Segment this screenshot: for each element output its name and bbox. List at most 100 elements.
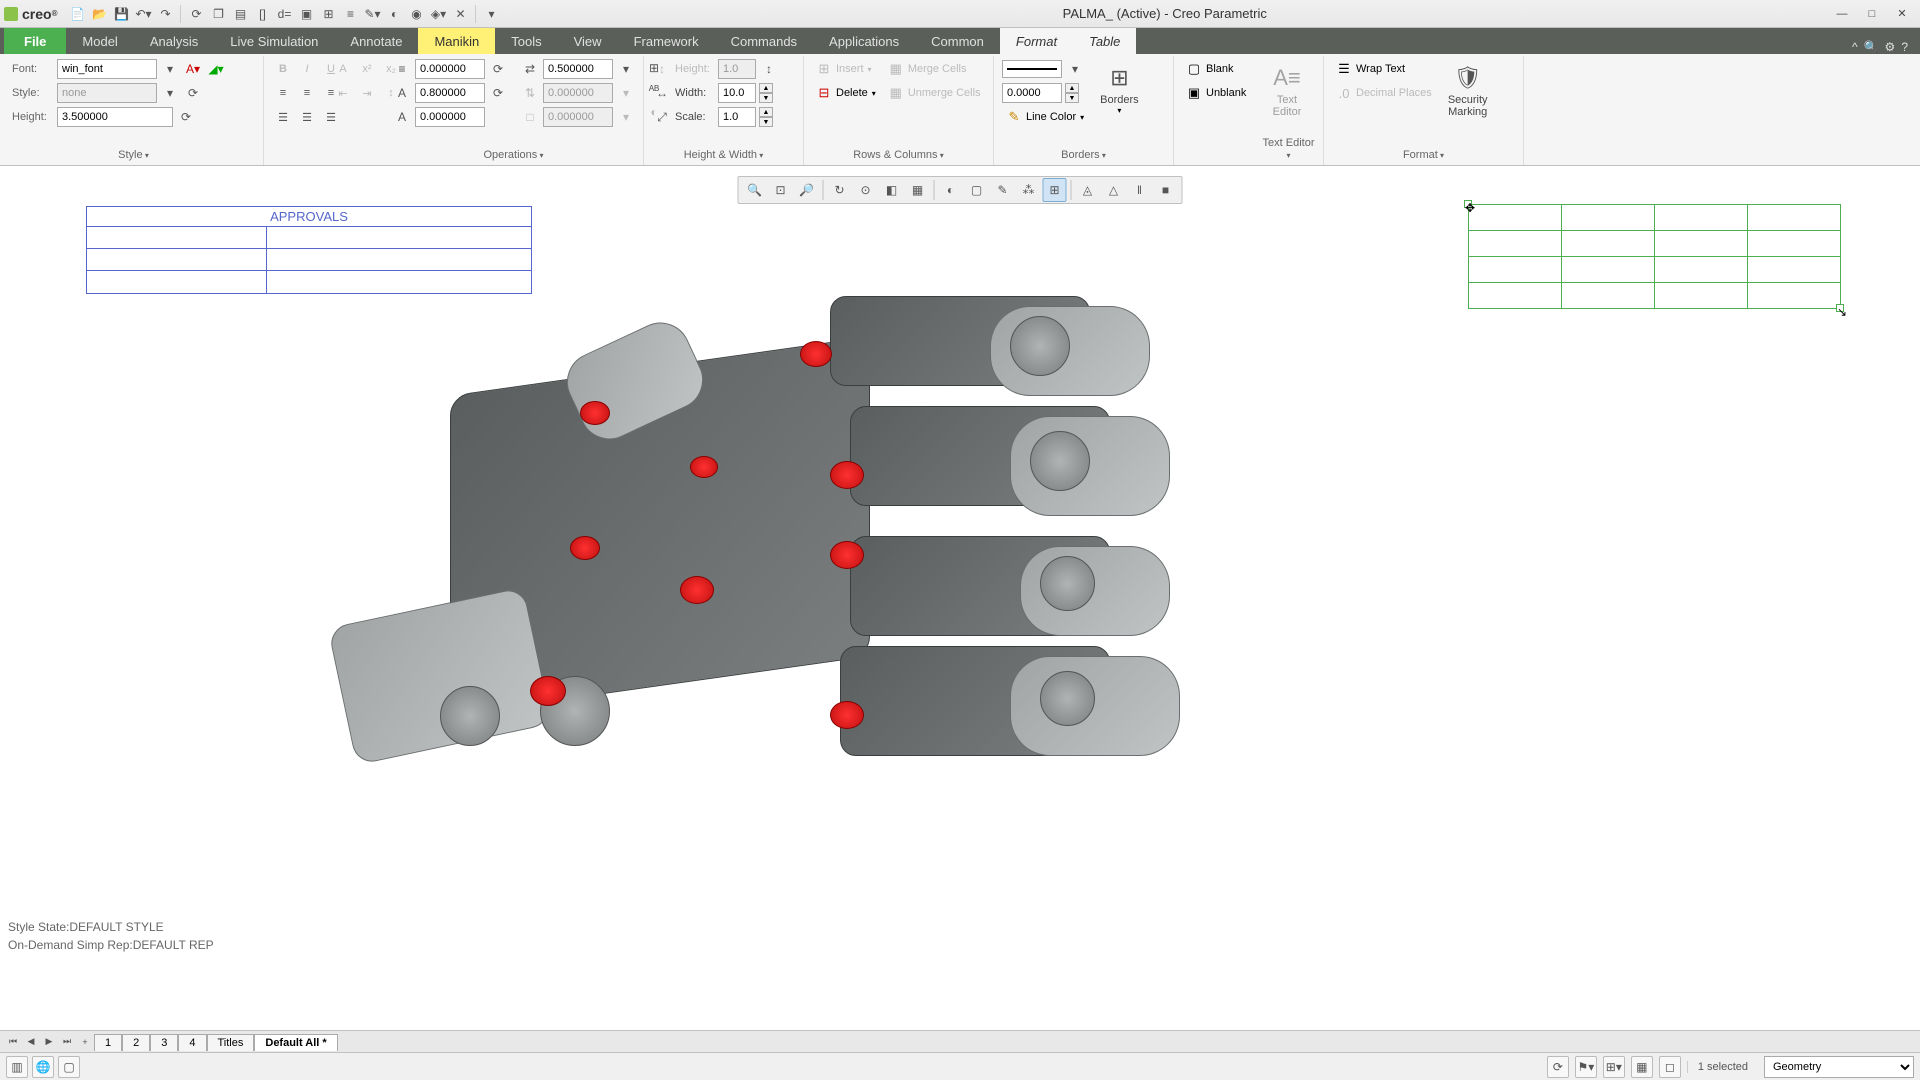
borders-button[interactable]: ⊞ Borders ▾: [1092, 58, 1147, 119]
tab-common[interactable]: Common: [915, 28, 1000, 54]
width-spinner[interactable]: ▲▼: [759, 83, 773, 103]
super-button[interactable]: x²: [356, 58, 378, 80]
qat-refit-icon[interactable]: ⊞: [318, 4, 338, 24]
qat-render2-icon[interactable]: ◉: [406, 4, 426, 24]
qat-go-icon[interactable]: ▣: [296, 4, 316, 24]
zoom-out-icon[interactable]: 🔎: [795, 178, 819, 202]
browser-toggle-icon[interactable]: ▢: [58, 1056, 80, 1078]
qat-open-icon[interactable]: 📂: [89, 4, 109, 24]
blank-button[interactable]: ▢ Blank: [1182, 58, 1250, 80]
selected-table[interactable]: ✥ ↘: [1468, 204, 1840, 308]
view-std-icon[interactable]: ◧: [880, 178, 904, 202]
hw-width-input[interactable]: [718, 83, 756, 103]
qat-x-icon[interactable]: ✕: [450, 4, 470, 24]
style-select[interactable]: [57, 83, 157, 103]
margin-v-input[interactable]: [543, 83, 613, 103]
minimize-button[interactable]: —: [1828, 4, 1856, 24]
find-icon[interactable]: ⚑▾: [1575, 1056, 1597, 1078]
indent-inc-button[interactable]: ⇥: [356, 82, 378, 104]
graphics-canvas[interactable]: APPROVALS ✥ ↘: [0, 166, 1920, 1028]
grid-icon[interactable]: ▦: [1631, 1056, 1653, 1078]
tab-annotate[interactable]: Annotate: [334, 28, 418, 54]
delete-button[interactable]: ⊟ Delete ▾: [812, 82, 880, 104]
valign-top-button[interactable]: ☰: [272, 106, 294, 128]
h-dropdown[interactable]: ▾: [616, 59, 636, 79]
char-spacing-input[interactable]: [415, 83, 485, 103]
tab-tools[interactable]: Tools: [495, 28, 557, 54]
qat-brackets-icon[interactable]: []: [252, 4, 272, 24]
sheet-last-icon[interactable]: ⏭: [58, 1033, 76, 1051]
table-move-handle[interactable]: ✥: [1464, 200, 1472, 208]
sync-style-icon[interactable]: ⟳: [183, 83, 203, 103]
qat-regenerate-icon[interactable]: ⟳: [186, 4, 206, 24]
close-button[interactable]: ✕: [1888, 4, 1916, 24]
kerning-input[interactable]: [415, 107, 485, 127]
align-center-button[interactable]: ≡: [296, 82, 318, 104]
sel-filter1-icon[interactable]: ◬: [1076, 178, 1100, 202]
font-select[interactable]: [57, 59, 157, 79]
sync1-icon[interactable]: ⟳: [488, 59, 508, 79]
strike-button[interactable]: A: [332, 58, 354, 80]
line-spacing-input[interactable]: [415, 59, 485, 79]
tab-analysis[interactable]: Analysis: [134, 28, 214, 54]
point-display-icon[interactable]: ⁂: [1017, 178, 1041, 202]
align-left-button[interactable]: ≡: [272, 82, 294, 104]
wrap-text-button[interactable]: ☰ Wrap Text: [1332, 58, 1436, 80]
border-width-input[interactable]: [1002, 83, 1062, 103]
v-dropdown[interactable]: ▾: [616, 83, 636, 103]
help-icon[interactable]: ?: [1901, 40, 1908, 54]
spin-center-icon[interactable]: ⊙: [854, 178, 878, 202]
qat-render3-icon[interactable]: ◈▾: [428, 4, 448, 24]
qat-layers-icon[interactable]: ≡: [340, 4, 360, 24]
tree-toggle-icon[interactable]: 🌐: [32, 1056, 54, 1078]
group-label-format[interactable]: Format: [1332, 147, 1515, 163]
qat-draw-icon[interactable]: ✎▾: [362, 4, 382, 24]
group-label-style[interactable]: Style: [12, 147, 255, 163]
font-dropdown-icon[interactable]: ▾: [160, 59, 180, 79]
sel-filter2-icon[interactable]: △: [1102, 178, 1126, 202]
maximize-button[interactable]: □: [1858, 4, 1886, 24]
filter-icon[interactable]: ⊞▾: [1603, 1056, 1625, 1078]
sheet-prev-icon[interactable]: ◀: [22, 1033, 40, 1051]
qat-more-icon[interactable]: ▾: [481, 4, 501, 24]
model-3d-view[interactable]: [370, 246, 1400, 906]
qat-render1-icon[interactable]: ◐: [384, 4, 404, 24]
stop-icon[interactable]: ■: [1154, 178, 1178, 202]
qat-d-equals-icon[interactable]: d=: [274, 4, 294, 24]
unmerge-cells-button[interactable]: ▦ Unmerge Cells: [884, 82, 985, 104]
style-dropdown-icon[interactable]: ▾: [160, 83, 180, 103]
annot-display-icon[interactable]: ✎: [991, 178, 1015, 202]
qat-save-icon[interactable]: 💾: [111, 4, 131, 24]
decimal-places-button[interactable]: .0 Decimal Places: [1332, 82, 1436, 104]
hw-height-input[interactable]: [718, 59, 756, 79]
text-editor-button[interactable]: A≡ Text Editor: [1262, 58, 1312, 122]
height-input[interactable]: [57, 107, 173, 127]
o-dropdown[interactable]: ▾: [616, 107, 636, 127]
sync-height-icon[interactable]: ⟳: [176, 107, 196, 127]
security-marking-button[interactable]: 🛡 Security Marking: [1440, 58, 1496, 122]
qat-undo-icon[interactable]: ↶▾: [133, 4, 153, 24]
tab-format[interactable]: Format: [1000, 28, 1073, 54]
sync2-icon[interactable]: ⟳: [488, 83, 508, 103]
zoom-in-icon[interactable]: 🔍: [743, 178, 767, 202]
scale-spinner[interactable]: ▲▼: [759, 107, 773, 127]
insert-button[interactable]: ⊞ Insert ▾: [812, 58, 880, 80]
sheet-tab-4[interactable]: 4: [178, 1034, 206, 1051]
sheet-tab-1[interactable]: 1: [94, 1034, 122, 1051]
line-style-dropdown-icon[interactable]: ▾: [1065, 59, 1085, 79]
tab-model[interactable]: Model: [66, 28, 133, 54]
line-style-preview[interactable]: [1002, 60, 1062, 78]
indent-dec-button[interactable]: ⇤: [332, 82, 354, 104]
line-color-button[interactable]: ✎ Line Color ▾: [1002, 106, 1088, 128]
margin-h-input[interactable]: [543, 59, 613, 79]
border-width-spinner[interactable]: ▲▼: [1065, 83, 1079, 103]
regen-status-icon[interactable]: ⟳: [1547, 1056, 1569, 1078]
csys-display-icon[interactable]: ⊞: [1043, 178, 1067, 202]
italic-button[interactable]: I: [296, 58, 318, 80]
sheet-tab-default-all[interactable]: Default All *: [254, 1034, 337, 1051]
qat-windows-icon[interactable]: ❐: [208, 4, 228, 24]
qat-new-icon[interactable]: 📄: [67, 4, 87, 24]
table-resize-handle[interactable]: ↘: [1836, 304, 1844, 312]
search-commands-icon[interactable]: 🔍: [1864, 40, 1879, 54]
font-color-icon[interactable]: A▾: [183, 59, 203, 79]
